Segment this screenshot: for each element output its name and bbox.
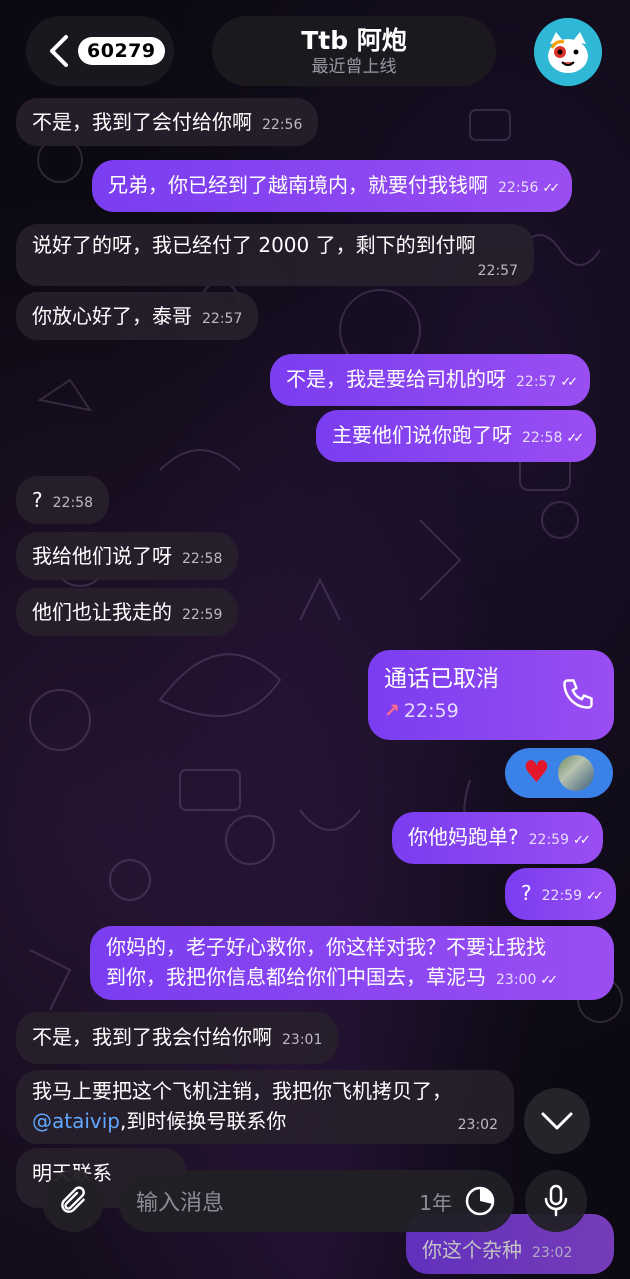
contact-name: Ttb 阿炮	[301, 26, 407, 55]
message-incoming[interactable]: 不是，我到了会付给你啊 22:56	[16, 98, 319, 146]
phone-icon[interactable]	[560, 676, 596, 712]
scroll-to-bottom-button[interactable]	[524, 1088, 590, 1154]
self-destruct-timer-label[interactable]: 1年	[419, 1187, 452, 1216]
message-incoming[interactable]: 我马上要把这个飞机注销，我把你飞机拷贝了， @ataivip,到时候换号联系你 2…	[16, 1070, 514, 1144]
back-button[interactable]: 60279	[26, 16, 174, 86]
message-incoming[interactable]: 不是，我到了我会付给你啊 23:01	[16, 1012, 339, 1064]
message-incoming[interactable]: 我给他们说了呀 22:58	[16, 532, 239, 580]
message-incoming[interactable]: ? 22:58	[16, 476, 109, 524]
outgoing-call-arrow-icon: ↗	[384, 700, 400, 722]
read-check-icon: ✓✓	[572, 833, 591, 848]
chevron-left-icon	[50, 35, 68, 67]
chevron-down-icon	[541, 1112, 573, 1130]
call-message[interactable]: 通话已取消 ↗ 22:59	[368, 650, 614, 740]
message-outgoing[interactable]: 你他妈跑单? 22:59 ✓✓	[392, 812, 603, 864]
message-incoming[interactable]: 说好了的呀，我已经付了 2000 了，剩下的到付啊 22:57	[16, 224, 534, 286]
reactor-avatar	[557, 755, 594, 791]
read-check-icon: ✓✓	[542, 181, 560, 196]
message-outgoing[interactable]: ? 22:59 ✓✓	[505, 868, 616, 920]
chat-title[interactable]: Ttb 阿炮 最近曾上线	[212, 16, 496, 86]
message-input-placeholder: 输入消息	[136, 1191, 225, 1216]
paperclip-icon	[61, 1186, 85, 1213]
message-input[interactable]: 输入消息 1年	[118, 1170, 514, 1232]
microphone-icon	[544, 1184, 568, 1217]
attach-button[interactable]	[42, 1170, 104, 1232]
cat-avatar-icon	[534, 18, 602, 86]
message-outgoing[interactable]: 你妈的，老子好心救你，你这样对我？不要让我找 到你，我把你信息都给你们中国去，草…	[90, 926, 614, 1000]
message-incoming[interactable]: 你放心好了，泰哥 22:57	[16, 292, 259, 340]
reaction-pill[interactable]: ♥	[505, 748, 613, 798]
unread-count-badge: 60279	[78, 37, 165, 65]
mention-link[interactable]: @ataivip	[32, 1109, 120, 1133]
avatar[interactable]	[534, 18, 602, 86]
message-outgoing[interactable]: 兄弟，你已经到了越南境内，就要付我钱啊 22:56 ✓✓	[92, 160, 573, 212]
read-check-icon: ✓✓	[566, 431, 584, 446]
heart-icon: ♥	[523, 755, 550, 790]
voice-record-button[interactable]	[525, 1170, 587, 1232]
contact-status: 最近曾上线	[311, 57, 397, 77]
read-check-icon: ✓✓	[560, 375, 578, 390]
timer-icon[interactable]	[464, 1185, 496, 1217]
chat-header: 60279 Ttb 阿炮 最近曾上线	[0, 0, 630, 100]
message-outgoing[interactable]: 主要他们说你跑了呀 22:58 ✓✓	[316, 410, 597, 462]
read-check-icon: ✓✓	[540, 973, 558, 988]
message-outgoing[interactable]: 不是，我是要给司机的呀 22:57 ✓✓	[270, 354, 591, 406]
read-check-icon: ✓✓	[585, 889, 604, 904]
message-incoming[interactable]: 他们也让我走的 22:59	[16, 588, 239, 636]
